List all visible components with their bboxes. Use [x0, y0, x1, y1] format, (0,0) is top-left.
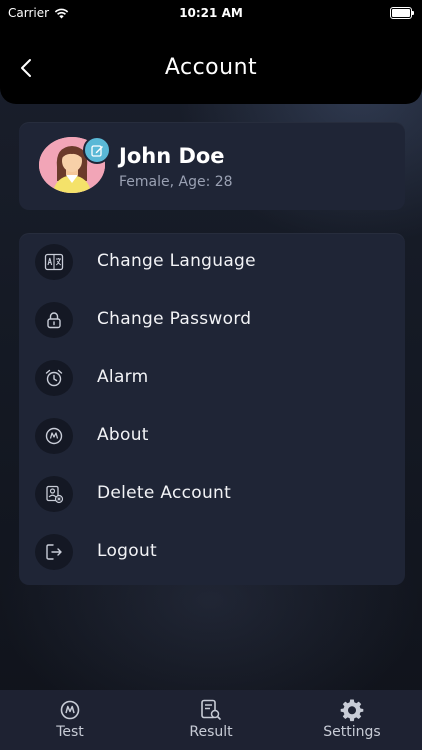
- test-icon: [58, 699, 82, 721]
- edit-icon: [90, 144, 103, 157]
- menu-item-about[interactable]: About: [19, 407, 405, 465]
- menu-item-label: About: [97, 425, 149, 445]
- tab-result[interactable]: Result: [141, 690, 281, 750]
- tab-label: Settings: [323, 724, 381, 740]
- result-icon: [199, 699, 223, 721]
- alarm-clock-icon: [35, 360, 73, 396]
- page-title: Account: [164, 55, 258, 80]
- menu-item-label: Alarm: [97, 367, 149, 387]
- battery-icon: [390, 7, 414, 19]
- edit-profile-button[interactable]: [83, 136, 111, 164]
- menu-item-label: Logout: [97, 541, 158, 561]
- menu-item-change-language[interactable]: Change Language: [19, 233, 405, 291]
- menu-item-change-password[interactable]: Change Password: [19, 291, 405, 349]
- menu-item-label: Delete Account: [97, 483, 232, 503]
- menu-item-label: Change Language: [97, 251, 256, 271]
- delete-user-icon: [35, 476, 73, 512]
- menu-item-delete-account[interactable]: Delete Account: [19, 465, 405, 523]
- lock-icon: [35, 302, 73, 338]
- gear-icon: [340, 699, 364, 722]
- status-bar: Carrier 10:21 AM: [0, 0, 422, 26]
- settings-menu: Change Language Change Password Alarm Ab…: [19, 233, 405, 585]
- clock: 10:21 AM: [179, 6, 243, 20]
- profile-card: John Doe Female, Age: 28: [19, 122, 405, 210]
- menu-item-label: Change Password: [97, 309, 252, 329]
- tab-bar: Test Result Settings: [0, 690, 422, 750]
- tab-label: Test: [56, 724, 84, 740]
- profile-name: John Doe: [119, 144, 225, 168]
- logout-icon: [35, 534, 73, 570]
- info-badge-icon: [35, 418, 73, 454]
- tab-settings[interactable]: Settings: [282, 690, 422, 750]
- tab-label: Result: [189, 724, 233, 740]
- menu-item-alarm[interactable]: Alarm: [19, 349, 405, 407]
- translate-icon: [35, 244, 73, 280]
- menu-item-logout[interactable]: Logout: [19, 523, 405, 581]
- profile-details: Female, Age: 28: [119, 174, 233, 190]
- tab-test[interactable]: Test: [0, 690, 140, 750]
